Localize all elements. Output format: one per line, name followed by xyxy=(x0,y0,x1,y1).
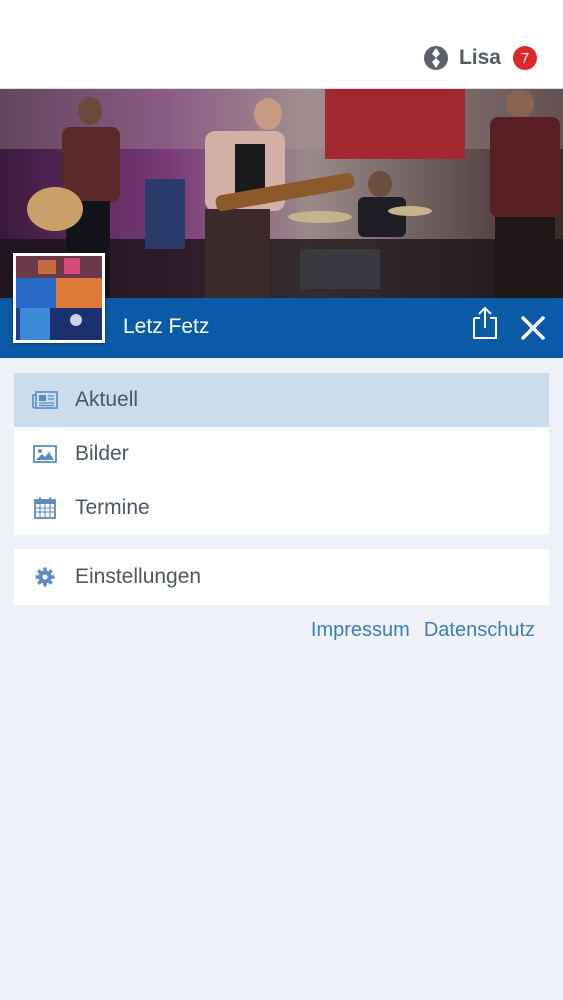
menu-label-aktuell: Aktuell xyxy=(75,388,139,411)
group-thumbnail[interactable] xyxy=(13,253,105,343)
menu-label-einstellungen: Einstellungen xyxy=(75,565,202,588)
top-bar: Lisa 7 xyxy=(0,0,563,89)
gear-icon xyxy=(32,566,58,588)
app-logo-icon xyxy=(423,46,448,70)
menu-item-einstellungen[interactable]: Einstellungen xyxy=(14,549,549,605)
menu-item-bilder[interactable]: Bilder xyxy=(14,427,549,481)
calendar-icon xyxy=(32,497,58,519)
menu-label-termine: Termine xyxy=(75,496,150,519)
close-icon[interactable] xyxy=(520,315,546,341)
collage-image xyxy=(16,256,102,340)
group-title: Letz Fetz xyxy=(123,315,210,338)
image-icon xyxy=(32,443,58,465)
impressum-link[interactable]: Impressum xyxy=(311,619,410,642)
menu-label-bilder: Bilder xyxy=(75,442,129,465)
settings-menu: Einstellungen xyxy=(14,549,549,605)
menu-item-termine[interactable]: Termine xyxy=(14,481,549,535)
datenschutz-link[interactable]: Datenschutz xyxy=(424,619,535,642)
menu-item-aktuell[interactable]: Aktuell xyxy=(14,373,549,427)
share-icon[interactable] xyxy=(470,306,500,340)
footer-links: Impressum Datenschutz xyxy=(311,619,535,642)
user-name[interactable]: Lisa xyxy=(459,46,501,70)
newspaper-icon xyxy=(32,389,58,411)
notification-badge[interactable]: 7 xyxy=(513,46,537,70)
main-menu: Aktuell Bilder Termine xyxy=(14,373,549,534)
user-menu[interactable]: Lisa 7 xyxy=(423,44,537,72)
